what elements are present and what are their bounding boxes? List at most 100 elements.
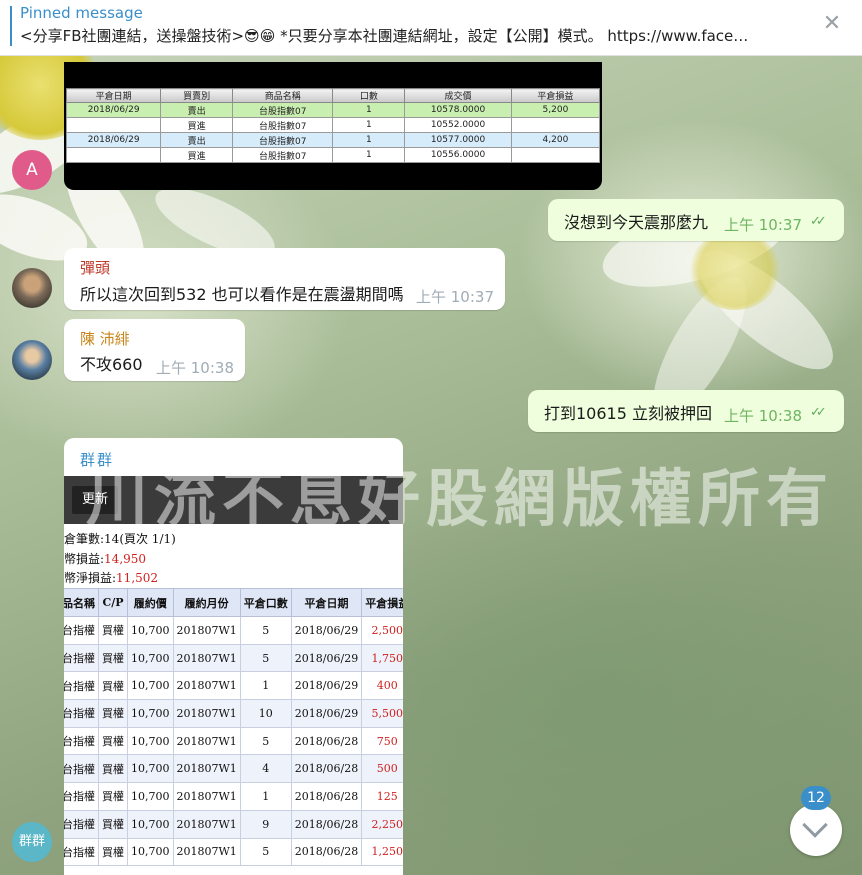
table-cell: 10577.0000 xyxy=(404,132,512,148)
table-cell: 台股指數07 xyxy=(232,147,334,163)
sender-name[interactable]: 彈頭 xyxy=(80,257,110,278)
table-cell: 10 xyxy=(239,699,292,728)
table-cell: 台指權 xyxy=(64,837,99,867)
table-cell: 台股指數07 xyxy=(232,117,334,133)
table-cell: 10,700 xyxy=(127,837,174,867)
options-image-message[interactable]: 群群 更新 倉筆數:14(頁次 1/1) 幣損益:14,950 幣淨損益:11,… xyxy=(64,438,403,875)
avatar[interactable] xyxy=(12,340,52,380)
message-text: 沒想到今天震那麼九 xyxy=(564,213,709,232)
message-text: 不攻660 xyxy=(80,355,143,374)
table-cell: 201807W1 xyxy=(172,671,241,701)
table-cell: 台指權 xyxy=(64,726,99,756)
outgoing-message[interactable]: 打到10615 立刻被押回 上午 10:38 ✓✓ xyxy=(528,390,844,432)
table-cell: 買權 xyxy=(98,643,128,673)
table-cell: 400 xyxy=(361,671,403,701)
table-row: 台指權 買權 10,700 201807W1 1 2018/06/29 400 xyxy=(64,671,403,701)
table-cell: 201807W1 xyxy=(172,726,241,756)
table-row: 台指權 買權 10,700 201807W1 5 2018/06/28 1,250 xyxy=(64,837,403,867)
table-cell: 201807W1 xyxy=(172,754,241,784)
table-cell: 1 xyxy=(332,102,406,118)
message-time: 上午 10:38 xyxy=(724,407,802,425)
message-text: 打到10615 立刻被押回 xyxy=(544,404,712,423)
table-cell: 201807W1 xyxy=(172,809,241,839)
avatar[interactable] xyxy=(12,268,52,308)
table-cell: 10,700 xyxy=(127,671,174,701)
trade-table: 平倉日期 買賣別 商品名稱 口數 成交價 平倉損益 2018/06/29 賣出 … xyxy=(65,88,601,163)
table-cell: 201807W1 xyxy=(172,643,241,673)
options-header-cell: 平倉損益 xyxy=(361,588,403,617)
table-cell: 10,700 xyxy=(127,809,174,839)
close-icon[interactable]: ✕ xyxy=(820,12,844,36)
table-row: 台指權 買權 10,700 201807W1 1 2018/06/28 125 xyxy=(64,782,403,811)
options-table-body: 台指權 買權 10,700 201807W1 5 2018/06/29 2,500 台指權 買權… xyxy=(64,616,403,867)
pinned-title: Pinned message xyxy=(20,4,143,22)
table-cell: 買進 xyxy=(160,117,234,133)
summary-line: 倉筆數:14(頁次 1/1) xyxy=(64,532,176,546)
table-cell: 台股指數07 xyxy=(232,132,334,148)
pinned-accent-line xyxy=(10,6,12,46)
trade-image-message[interactable]: 平倉日期 買賣別 商品名稱 口數 成交價 平倉損益 2018/06/29 賣出 … xyxy=(64,62,602,190)
table-row: 台指權 買權 10,700 201807W1 5 2018/06/29 1,750 xyxy=(64,643,403,673)
double-check-icon: ✓✓ xyxy=(810,405,827,420)
trade-header-cell: 口數 xyxy=(332,88,406,103)
table-cell: 2018/06/28 xyxy=(290,754,363,784)
summary-line: 幣損益:14,950 xyxy=(64,550,176,570)
table-cell: 1,250 xyxy=(361,837,403,867)
table-cell: 2018/06/29 xyxy=(290,671,363,701)
table-cell: 9 xyxy=(239,809,292,839)
table-cell: 台指權 xyxy=(64,643,99,673)
table-cell: 2,250 xyxy=(361,809,403,839)
table-cell: 1,750 xyxy=(361,643,403,673)
table-cell: 2018/06/28 xyxy=(290,837,363,867)
table-cell: 10,700 xyxy=(127,754,174,784)
options-table-header: 品名稱 C/P 履約價 履約月份 平倉口數 平倉日期 平倉損益 xyxy=(64,588,403,617)
table-cell: 10,700 xyxy=(127,782,174,811)
summary-value: 11,502 xyxy=(116,571,159,585)
incoming-message[interactable]: 陳 沛緋 不攻660 上午 10:38 xyxy=(64,319,245,381)
table-row: 2018/06/29 賣出 台股指數07 1 10578.0000 5,200 xyxy=(65,102,601,118)
table-cell: 201807W1 xyxy=(172,699,241,728)
table-cell: 10578.0000 xyxy=(404,102,512,118)
options-header-cell: 履約月份 xyxy=(172,588,241,617)
table-cell: 台股指數07 xyxy=(232,102,334,118)
summary-label: 幣淨損益: xyxy=(64,571,117,585)
options-header-cell: C/P xyxy=(98,588,128,617)
table-cell: 5 xyxy=(239,643,292,673)
trade-header-cell: 買賣別 xyxy=(160,88,234,103)
pinned-message-bar[interactable]: Pinned message <分享FB社團連結，送操盤技術>😎😁 *只要分享本… xyxy=(0,0,862,56)
table-cell: 5 xyxy=(239,837,292,867)
unread-count-badge[interactable]: 12 xyxy=(801,786,831,810)
table-cell: 750 xyxy=(361,726,403,756)
table-cell: 10,700 xyxy=(127,643,174,673)
table-cell: 2018/06/29 xyxy=(65,102,162,118)
outgoing-message[interactable]: 沒想到今天震那麼九 上午 10:37 ✓✓ xyxy=(548,199,844,241)
table-cell: 賣出 xyxy=(160,102,234,118)
table-row: 買進 台股指數07 1 10556.0000 xyxy=(65,147,601,163)
incoming-message[interactable]: 彈頭 所以這次回到532 也可以看作是在震盪期間嗎 上午 10:37 xyxy=(64,248,505,310)
table-cell: 2018/06/28 xyxy=(290,809,363,839)
table-cell: 5 xyxy=(239,726,292,756)
table-cell: 201807W1 xyxy=(172,837,241,867)
table-cell: 2018/06/29 xyxy=(65,132,162,148)
scroll-down-button[interactable] xyxy=(790,804,842,856)
table-cell: 買權 xyxy=(98,809,128,839)
table-row: 台指權 買權 10,700 201807W1 5 2018/06/29 2,500 xyxy=(64,616,403,645)
chevron-down-icon xyxy=(802,812,828,838)
table-cell: 台指權 xyxy=(64,754,99,784)
table-row: 2018/06/29 賣出 台股指數07 1 10577.0000 4,200 xyxy=(65,132,601,148)
table-cell: 買權 xyxy=(98,837,128,867)
options-header-cell: 平倉日期 xyxy=(290,588,363,617)
table-row: 台指權 買權 10,700 201807W1 4 2018/06/28 500 xyxy=(64,754,403,784)
table-cell: 台指權 xyxy=(64,699,99,728)
table-cell: 2018/06/29 xyxy=(290,643,363,673)
table-cell: 買權 xyxy=(98,726,128,756)
table-cell: 500 xyxy=(361,754,403,784)
table-cell: 1 xyxy=(239,782,292,811)
table-cell: 台指權 xyxy=(64,809,99,839)
double-check-icon: ✓✓ xyxy=(810,214,827,229)
sender-name[interactable]: 群群 xyxy=(80,449,114,470)
avatar[interactable]: 群群 xyxy=(12,822,52,862)
table-row: 台指權 買權 10,700 201807W1 10 2018/06/29 5,500 xyxy=(64,699,403,728)
sender-name[interactable]: 陳 沛緋 xyxy=(80,328,130,349)
avatar[interactable]: A xyxy=(12,150,52,190)
